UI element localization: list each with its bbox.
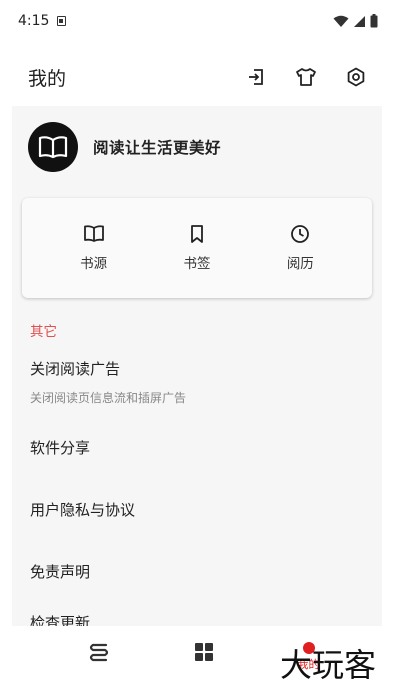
share-app-item[interactable]: 软件分享 xyxy=(30,437,370,458)
status-time: 4:15 xyxy=(18,13,50,29)
import-button[interactable] xyxy=(244,65,268,89)
bookshelf-icon xyxy=(89,643,108,662)
bookmark-entry[interactable]: 书签 xyxy=(157,224,237,272)
setting-name: 关闭阅读广告 xyxy=(30,360,121,378)
entry-label: 书签 xyxy=(183,256,211,272)
book-source-entry[interactable]: 书源 xyxy=(54,224,134,272)
nav-discover[interactable] xyxy=(151,642,256,662)
battery-icon xyxy=(370,14,378,28)
book-logo-icon xyxy=(38,136,68,159)
status-bar: 4:15 xyxy=(0,0,400,42)
import-icon xyxy=(249,69,263,85)
setting-desc: 关闭阅读页信息流和插屏广告 xyxy=(30,391,187,405)
close-ads-item[interactable]: 关闭阅读广告 关闭阅读页信息流和插屏广告 xyxy=(30,358,370,406)
history-entry[interactable]: 阅历 xyxy=(260,224,340,272)
entry-label: 阅历 xyxy=(286,256,314,272)
profile-slogan: 阅读让生活更美好 xyxy=(93,139,222,157)
book-open-icon xyxy=(83,225,104,242)
check-update-item[interactable]: 检查更新 xyxy=(30,612,370,626)
avatar xyxy=(28,122,78,172)
setting-name: 软件分享 xyxy=(30,439,91,457)
setting-name: 用户隐私与协议 xyxy=(30,501,136,519)
gear-icon xyxy=(347,67,365,87)
bookmark-icon xyxy=(191,225,203,243)
section-title: 其它 xyxy=(30,324,57,340)
disclaimer-item[interactable]: 免责声明 xyxy=(30,561,370,582)
watermark-logo: 大玩客 xyxy=(280,646,376,684)
setting-name: 免责声明 xyxy=(30,563,91,581)
quick-entry-card: 书源 书签 阅历 xyxy=(22,198,372,298)
tshirt-icon xyxy=(296,68,316,86)
settings-button[interactable] xyxy=(344,65,368,89)
entry-label: 书源 xyxy=(80,256,108,272)
privacy-agreement-item[interactable]: 用户隐私与协议 xyxy=(30,499,370,520)
page-title: 我的 xyxy=(28,67,67,90)
wifi-icon xyxy=(333,15,349,27)
clock-icon xyxy=(291,225,310,243)
signal-icon xyxy=(354,15,365,27)
app-header: 我的 xyxy=(12,52,382,102)
profile-header[interactable]: 阅读让生活更美好 xyxy=(12,106,382,188)
main-content: 阅读让生活更美好 书源 书签 阅历 其它 关闭阅读广告 关闭阅读页信息流和插屏广… xyxy=(12,106,382,626)
nav-bookshelf[interactable] xyxy=(46,642,151,664)
theme-button[interactable] xyxy=(294,65,318,89)
watermark-text: 大玩客 xyxy=(280,646,376,684)
sim-card-icon xyxy=(57,16,67,26)
grid-icon xyxy=(194,643,213,661)
setting-name: 检查更新 xyxy=(30,614,91,626)
